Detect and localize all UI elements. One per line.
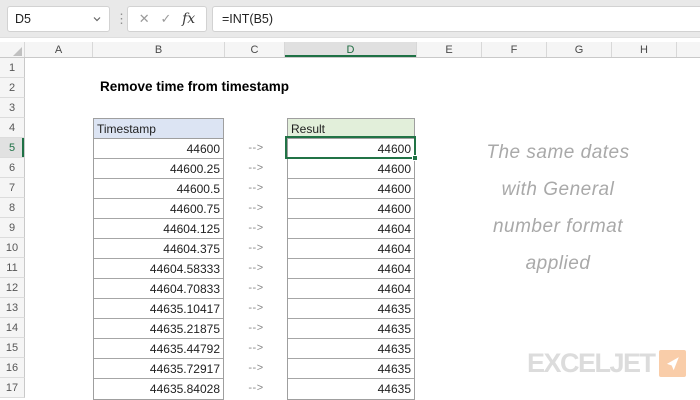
cell-B2-title[interactable]: Remove time from timestamp xyxy=(100,79,289,94)
annotation-line-3: number format xyxy=(492,216,624,237)
annotation-text: The same dates with General number format a… xyxy=(422,134,694,282)
cell-C15[interactable]: --> xyxy=(225,338,287,358)
name-box[interactable]: D5 xyxy=(7,6,110,32)
cell-D16[interactable]: 44635 xyxy=(288,359,414,379)
select-all-triangle-icon xyxy=(13,47,22,56)
cell-B6[interactable]: 44600.25 xyxy=(94,159,223,179)
row-header-17[interactable]: 17 xyxy=(0,378,25,398)
cell-B10[interactable]: 44604.375 xyxy=(94,239,223,259)
chevron-down-icon[interactable] xyxy=(92,14,102,24)
cell-D10[interactable]: 44604 xyxy=(288,239,414,259)
cancel-icon[interactable]: ✕ xyxy=(139,11,150,27)
cell-D13[interactable]: 44635 xyxy=(288,299,414,319)
cell-C9[interactable]: --> xyxy=(225,218,287,238)
cell-B14[interactable]: 44635.21875 xyxy=(94,319,223,339)
cell-B9[interactable]: 44604.125 xyxy=(94,219,223,239)
cell-D7[interactable]: 44600 xyxy=(288,179,414,199)
cell-D6[interactable]: 44600 xyxy=(288,159,414,179)
paper-plane-icon xyxy=(658,350,686,377)
cell-C10[interactable]: --> xyxy=(225,238,287,258)
result-table: Result 44600 44600 44600 44600 44604 44604 446… xyxy=(287,118,415,400)
cell-B12[interactable]: 44604.70833 xyxy=(94,279,223,299)
row-header-15[interactable]: 15 xyxy=(0,338,25,358)
cell-D12[interactable]: 44604 xyxy=(288,279,414,299)
row-header-13[interactable]: 13 xyxy=(0,298,25,318)
cell-C14[interactable]: --> xyxy=(225,318,287,338)
cell-C12[interactable]: --> xyxy=(225,278,287,298)
row-header-4[interactable]: 4 xyxy=(0,118,25,138)
cell-C11[interactable]: --> xyxy=(225,258,287,278)
row-header-11[interactable]: 11 xyxy=(0,258,25,278)
row-header-12[interactable]: 12 xyxy=(0,278,25,298)
cell-D4-result-header[interactable]: Result xyxy=(288,119,414,139)
row-header-3[interactable]: 3 xyxy=(0,98,25,118)
insert-function-icon[interactable]: fx xyxy=(182,11,195,27)
cell-D9[interactable]: 44604 xyxy=(288,219,414,239)
cell-C5[interactable]: --> xyxy=(225,138,287,158)
row-header-9[interactable]: 9 xyxy=(0,218,25,238)
exceljet-logo-text: EXCELJET xyxy=(527,348,656,378)
cell-D5[interactable]: 44600 xyxy=(288,139,414,159)
cell-D14[interactable]: 44635 xyxy=(288,319,414,339)
excel-window: D5 ⋮ ✕ ✓ fx =INT(B5) ABCDEFGH 1234567891… xyxy=(0,0,700,400)
column-header-D[interactable]: D xyxy=(285,42,417,57)
cell-C8[interactable]: --> xyxy=(225,198,287,218)
row-header-1[interactable]: 1 xyxy=(0,58,25,78)
arrow-column: --> --> --> --> --> --> --> --> --> --> --> --> --> xyxy=(225,138,287,398)
cell-D17[interactable]: 44635 xyxy=(288,379,414,399)
formula-text: =INT(B5) xyxy=(222,12,274,26)
column-header-stub xyxy=(677,42,700,57)
cell-B8[interactable]: 44600.75 xyxy=(94,199,223,219)
cell-B13[interactable]: 44635.10417 xyxy=(94,299,223,319)
exceljet-logo: EXCELJET xyxy=(527,348,686,379)
cell-B11[interactable]: 44604.58333 xyxy=(94,259,223,279)
timestamp-table: Timestamp 44600 44600.25 44600.5 44600.75 44… xyxy=(93,118,224,400)
cell-B5[interactable]: 44600 xyxy=(94,139,223,159)
row-header-6[interactable]: 6 xyxy=(0,158,25,178)
cell-B17[interactable]: 44635.84028 xyxy=(94,379,223,399)
row-header-16[interactable]: 16 xyxy=(0,358,25,378)
cell-C7[interactable]: --> xyxy=(225,178,287,198)
cell-D15[interactable]: 44635 xyxy=(288,339,414,359)
cell-D8[interactable]: 44600 xyxy=(288,199,414,219)
cell-C13[interactable]: --> xyxy=(225,298,287,318)
cell-C6[interactable]: --> xyxy=(225,158,287,178)
cell-B15[interactable]: 44635.44792 xyxy=(94,339,223,359)
annotation-line-2: with General xyxy=(501,179,615,200)
column-headers: ABCDEFGH xyxy=(0,42,700,58)
row-header-7[interactable]: 7 xyxy=(0,178,25,198)
cell-C16[interactable]: --> xyxy=(225,358,287,378)
cell-B16[interactable]: 44635.72917 xyxy=(94,359,223,379)
select-all-corner[interactable] xyxy=(0,42,25,57)
annotation-line-1: The same dates xyxy=(486,142,630,163)
column-header-F[interactable]: F xyxy=(482,42,547,57)
annotation-line-4: applied xyxy=(525,253,591,274)
row-header-2[interactable]: 2 xyxy=(0,78,25,98)
row-header-10[interactable]: 10 xyxy=(0,238,25,258)
row-header-14[interactable]: 14 xyxy=(0,318,25,338)
row-headers: 1 2 3 4 5 6 7 8 9 10 11 12 13 14 15 16 17 xyxy=(0,58,25,398)
cell-B7[interactable]: 44600.5 xyxy=(94,179,223,199)
formula-input[interactable]: =INT(B5) xyxy=(212,6,700,32)
column-header-C[interactable]: C xyxy=(225,42,285,57)
column-header-H[interactable]: H xyxy=(612,42,677,57)
row-header-5[interactable]: 5 xyxy=(0,138,25,158)
row-header-8[interactable]: 8 xyxy=(0,198,25,218)
formula-buttons: ✕ ✓ fx xyxy=(127,6,207,32)
cell-D11[interactable]: 44604 xyxy=(288,259,414,279)
cell-B4-timestamp-header[interactable]: Timestamp xyxy=(94,119,223,139)
column-header-A[interactable]: A xyxy=(25,42,93,57)
cell-C17[interactable]: --> xyxy=(225,378,287,398)
column-header-B[interactable]: B xyxy=(93,42,225,57)
name-box-value: D5 xyxy=(15,12,31,26)
column-header-G[interactable]: G xyxy=(547,42,612,57)
formula-toolbar: D5 ⋮ ✕ ✓ fx =INT(B5) xyxy=(0,0,700,38)
column-header-E[interactable]: E xyxy=(417,42,482,57)
confirm-icon[interactable]: ✓ xyxy=(160,11,171,27)
